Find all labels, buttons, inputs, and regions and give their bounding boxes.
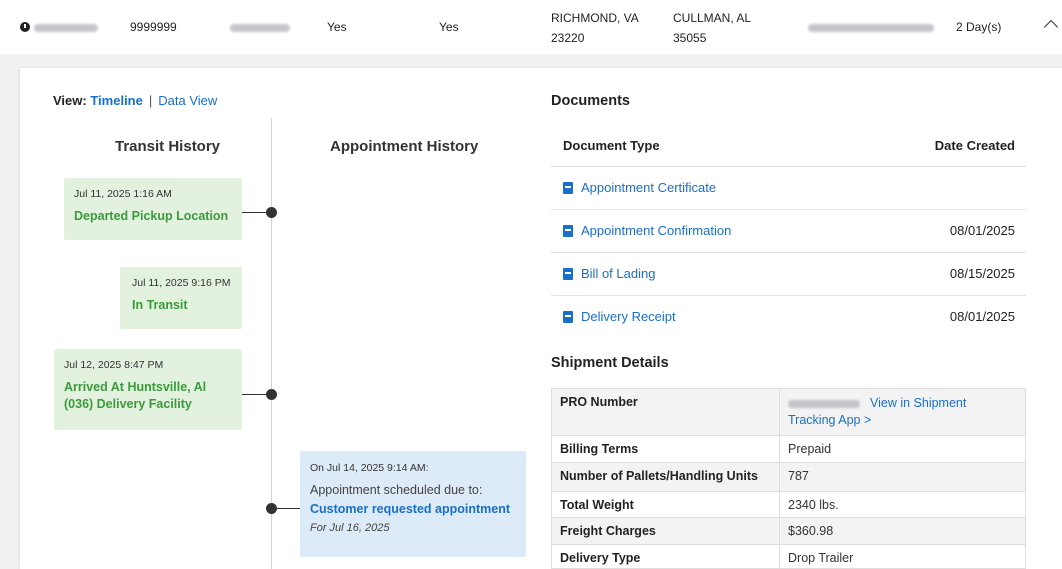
detail-row: Freight Charges $360.98 [551, 518, 1026, 545]
destination-zip: 35055 [673, 31, 707, 45]
pdf-icon [563, 182, 573, 194]
transit-time: 2 Day(s) [956, 20, 1002, 34]
detail-label: Number of Pallets/Handling Units [552, 463, 780, 491]
event-status: Departed Pickup Location [74, 209, 229, 223]
redacted-carrier [808, 21, 934, 35]
document-link[interactable]: Bill of Lading [581, 266, 655, 281]
detail-row: Total Weight 2340 lbs. [551, 492, 1026, 518]
timeline-dot [266, 207, 277, 218]
view-toggle: View: Timeline | Data View [53, 93, 217, 108]
document-link[interactable]: Appointment Confirmation [581, 223, 731, 238]
quantity-value: 9999999 [130, 20, 177, 34]
detail-value: View in Shipment Tracking App > [780, 389, 1025, 435]
origin-zip: 23220 [551, 31, 585, 45]
document-date: 08/01/2025 [949, 223, 1015, 238]
appointment-history-title: Appointment History [330, 138, 479, 155]
transit-history-title: Transit History [115, 138, 221, 155]
document-row: Bill of Lading 08/15/2025 [551, 253, 1026, 296]
yes-value-1: Yes [327, 20, 347, 34]
document-row: Appointment Certificate [551, 167, 1026, 210]
shipment-details-title: Shipment Details [551, 355, 669, 371]
event-timestamp: Jul 12, 2025 8:47 PM [64, 359, 164, 371]
document-link[interactable]: Appointment Certificate [581, 180, 716, 195]
appointment-for-date: For Jul 16, 2025 [310, 522, 390, 534]
clock-icon [20, 22, 30, 32]
event-timestamp: Jul 11, 2025 9:16 PM [132, 277, 231, 289]
timeline-dot [266, 389, 277, 400]
timeline-axis [271, 118, 272, 569]
detail-row: Number of Pallets/Handling Units 787 [551, 463, 1026, 492]
destination-city: CULLMAN, AL [673, 11, 752, 25]
event-status: Arrived At Huntsville, Al (036) Delivery… [64, 380, 207, 411]
appointment-entry: On Jul 14, 2025 9:14 AM: Appointment sch… [300, 451, 526, 557]
data-view-link[interactable]: Data View [158, 93, 217, 108]
shipment-summary-row[interactable]: 9999999 Yes Yes RICHMOND, VA 23220 CULLM… [0, 0, 1062, 54]
event-timestamp: Jul 11, 2025 1:16 AM [74, 188, 172, 200]
document-date: 08/15/2025 [949, 266, 1015, 281]
appointment-text: Appointment scheduled due to: [310, 483, 483, 497]
pdf-icon [563, 225, 573, 237]
document-date: 08/01/2025 [949, 309, 1015, 324]
transit-event: Jul 11, 2025 9:16 PM In Transit [120, 267, 242, 329]
event-status: In Transit [132, 298, 188, 312]
timeline-dot [266, 503, 277, 514]
detail-value: 2340 lbs. [788, 498, 839, 512]
shipment-details-table: PRO Number View in Shipment Tracking App… [551, 388, 1026, 569]
pdf-icon [563, 311, 573, 323]
detail-value: Drop Trailer [788, 551, 854, 565]
document-row: Appointment Confirmation 08/01/2025 [551, 210, 1026, 253]
documents-table-header: Document Type Date Created [551, 127, 1026, 167]
redacted-pro-number [788, 399, 860, 408]
pdf-icon [563, 268, 573, 280]
document-row: Delivery Receipt 08/01/2025 [551, 296, 1026, 339]
detail-label: Total Weight [552, 492, 780, 517]
detail-row: Delivery Type Drop Trailer [551, 545, 1026, 569]
detail-row: Billing Terms Prepaid [551, 436, 1026, 463]
redacted-shipment-id [34, 21, 98, 35]
transit-event: Jul 12, 2025 8:47 PM Arrived At Huntsvil… [54, 349, 242, 430]
detail-label: Billing Terms [552, 436, 780, 462]
appointment-timestamp: On Jul 14, 2025 9:14 AM: [310, 462, 429, 474]
detail-label: PRO Number [552, 389, 780, 435]
detail-row-pro-number: PRO Number View in Shipment Tracking App… [551, 388, 1026, 436]
chevron-up-icon[interactable] [1043, 19, 1059, 35]
view-label: View: [53, 93, 87, 108]
detail-label: Freight Charges [552, 518, 780, 544]
detail-value: 787 [788, 469, 809, 483]
transit-event: Jul 11, 2025 1:16 AM Departed Pickup Loc… [64, 178, 242, 240]
yes-value-2: Yes [439, 20, 459, 34]
detail-value: Prepaid [788, 442, 832, 456]
detail-value: $360.98 [788, 524, 834, 538]
timeline-link[interactable]: Timeline [90, 93, 143, 108]
document-link[interactable]: Delivery Receipt [581, 309, 676, 324]
detail-label: Delivery Type [552, 545, 780, 568]
view-separator: | [148, 93, 153, 108]
documents-title: Documents [551, 93, 630, 109]
column-date-created: Date Created [934, 138, 1015, 153]
column-document-type: Document Type [563, 138, 660, 153]
origin-city: RICHMOND, VA [551, 11, 639, 25]
appointment-reason: Customer requested appointment [310, 502, 511, 516]
redacted-field [230, 21, 290, 35]
